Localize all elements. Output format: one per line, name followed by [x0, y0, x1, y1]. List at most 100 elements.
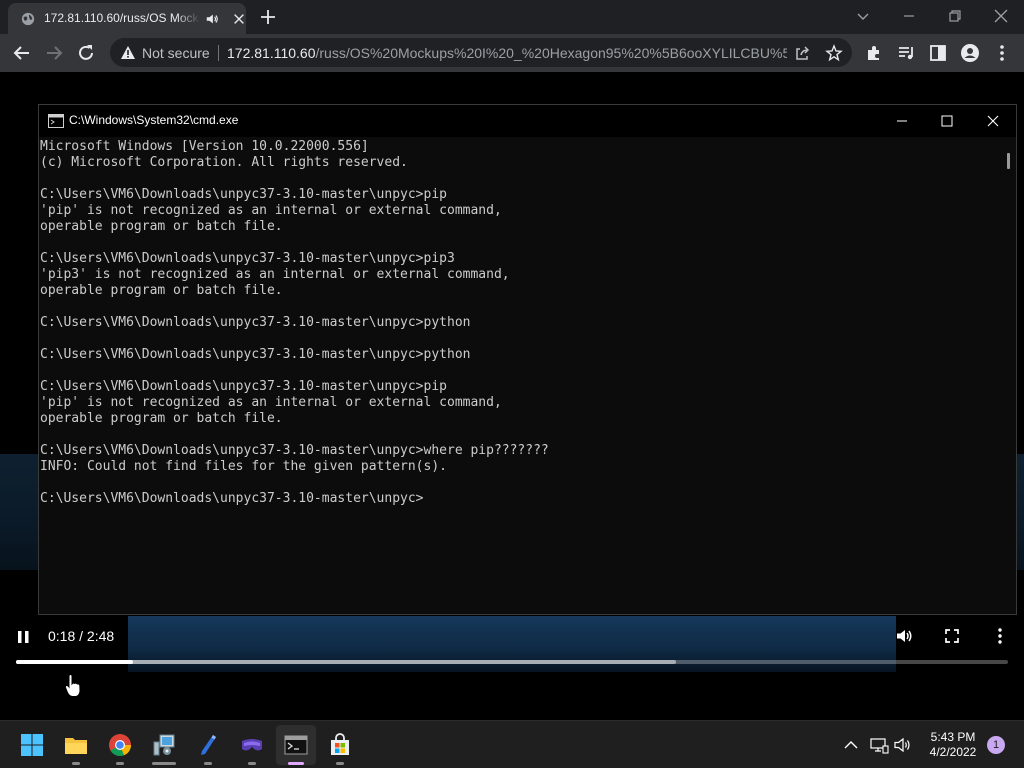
- reload-icon[interactable]: [76, 43, 96, 63]
- hand-cursor-icon: [64, 674, 81, 697]
- url-host: 172.81.110.60: [227, 45, 316, 61]
- console-line: C:\Users\VM6\Downloads\unpyc37-3.10-mast…: [40, 491, 424, 506]
- speaker-icon[interactable]: [893, 735, 913, 755]
- app-running-indicator: [248, 762, 256, 765]
- console-line: C:\Users\VM6\Downloads\unpyc37-3.10-mast…: [40, 347, 471, 362]
- clock-date: 4/2/2022: [929, 745, 977, 759]
- console-line: C:\Users\VM6\Downloads\unpyc37-3.10-mast…: [40, 251, 455, 266]
- pause-icon[interactable]: [14, 627, 34, 647]
- console-line: operable program or batch file.: [40, 283, 283, 298]
- clock-time: 5:43 PM: [930, 730, 976, 744]
- console-line: operable program or batch file.: [40, 219, 283, 234]
- console-line: 'pip' is not recognized as an internal o…: [40, 203, 502, 218]
- console-output: Microsoft Windows [Version 10.0.22000.55…: [39, 139, 999, 613]
- minimize-icon[interactable]: [899, 6, 919, 26]
- profile-avatar-icon[interactable]: [960, 43, 980, 63]
- windows-logo-icon: [21, 734, 43, 756]
- taskbar-chrome[interactable]: [100, 725, 140, 765]
- chevron-up-icon[interactable]: [841, 735, 861, 755]
- app-active-indicator: [288, 762, 304, 765]
- player-menu-icon[interactable]: [990, 626, 1010, 646]
- restore-icon[interactable]: [945, 6, 965, 26]
- app-running-indicator: [336, 762, 344, 765]
- console-line: Microsoft Windows [Version 10.0.22000.55…: [40, 139, 369, 154]
- cmd-scrollbar-thumb: [1007, 153, 1010, 169]
- url-path: /russ/OS%20Mockups%20I%20_%20Hexagon95%2…: [315, 45, 788, 61]
- browser-tab[interactable]: 172.81.110.60/russ/OS Mockups I - Hexago…: [8, 3, 246, 34]
- share-icon[interactable]: [793, 44, 811, 62]
- console-line: C:\Users\VM6\Downloads\unpyc37-3.10-mast…: [40, 443, 549, 458]
- tab-title: 172.81.110.60/russ/OS Mockups I - Hexago…: [44, 11, 200, 25]
- taskbar-pen-app[interactable]: [188, 725, 228, 765]
- browser-tab-strip: 172.81.110.60/russ/OS Mockups I - Hexago…: [0, 0, 1024, 34]
- taskbar-terminal[interactable]: [276, 725, 316, 765]
- cmd-titlebar: C:\Windows\System32\cmd.exe: [39, 105, 1016, 137]
- console-line: 'pip3' is not recognized as an internal …: [40, 267, 510, 282]
- app-running-indicator: [116, 762, 124, 765]
- clock[interactable]: 5:43 PM 4/2/2022: [918, 730, 988, 760]
- chrome-icon: [109, 734, 132, 757]
- start-button[interactable]: [12, 725, 52, 765]
- bookmark-star-icon[interactable]: [825, 44, 843, 62]
- cmd-maximize-icon: [941, 115, 953, 127]
- app-running-indicator: [72, 762, 80, 765]
- pen-icon: [201, 735, 216, 755]
- close-window-icon[interactable]: [991, 6, 1011, 26]
- forward-arrow-icon[interactable]: [44, 43, 64, 63]
- control-panel-icon: [153, 734, 175, 756]
- security-status[interactable]: Not secure: [142, 45, 210, 61]
- globe-icon: [21, 12, 35, 26]
- cmd-window: C:\Windows\System32\cmd.exe Microsoft Wi…: [38, 104, 1017, 615]
- volume-icon[interactable]: [894, 626, 914, 646]
- taskbar-vr-app[interactable]: [232, 725, 272, 765]
- taskbar: 5:43 PM 4/2/2022 1: [0, 720, 1024, 768]
- omnibox-divider: [218, 45, 219, 61]
- folder-icon: [65, 738, 87, 754]
- cmd-close-icon: [987, 115, 999, 127]
- console-line: C:\Users\VM6\Downloads\unpyc37-3.10-mast…: [40, 379, 447, 394]
- browser-toolbar: Not secure 172.81.110.60/russ/OS%20Mocku…: [0, 34, 1024, 72]
- audio-playing-icon[interactable]: [205, 12, 219, 26]
- console-line: 'pip' is not recognized as an internal o…: [40, 395, 502, 410]
- console-line: INFO: Could not find files for the given…: [40, 459, 447, 474]
- seek-bar[interactable]: [16, 660, 1008, 664]
- media-controls-icon[interactable]: [896, 43, 916, 63]
- cmd-icon: [48, 114, 64, 128]
- network-icon[interactable]: [869, 735, 889, 755]
- console-line: (c) Microsoft Corporation. All rights re…: [40, 155, 408, 170]
- screen: 172.81.110.60/russ/OS Mockups I - Hexago…: [0, 0, 1024, 768]
- side-panel-icon[interactable]: [928, 43, 948, 63]
- console-line: operable program or batch file.: [40, 411, 283, 426]
- back-arrow-icon[interactable]: [12, 43, 32, 63]
- cmd-window-title: C:\Windows\System32\cmd.exe: [69, 113, 239, 127]
- tab-search-icon[interactable]: [853, 6, 873, 26]
- taskbar-file-explorer[interactable]: [56, 725, 96, 765]
- more-menu-icon[interactable]: [992, 43, 1012, 63]
- address-bar[interactable]: Not secure 172.81.110.60/russ/OS%20Mocku…: [110, 38, 852, 67]
- extensions-icon[interactable]: [864, 43, 884, 63]
- warning-icon[interactable]: [120, 45, 136, 60]
- terminal-icon: [284, 735, 308, 755]
- cmd-minimize-icon: [897, 120, 907, 122]
- taskbar-store[interactable]: [320, 725, 360, 765]
- store-bag-icon: [331, 733, 349, 755]
- fullscreen-icon[interactable]: [942, 626, 962, 646]
- vr-headset-icon: [242, 739, 262, 751]
- url-text[interactable]: 172.81.110.60/russ/OS%20Mockups%20I%20_%…: [227, 45, 787, 61]
- video-player[interactable]: C:\Windows\System32\cmd.exe Microsoft Wi…: [0, 72, 1024, 720]
- new-tab-icon[interactable]: [259, 8, 277, 26]
- console-line: C:\Users\VM6\Downloads\unpyc37-3.10-mast…: [40, 315, 471, 330]
- close-tab-icon[interactable]: [232, 12, 246, 26]
- app-running-indicator: [204, 762, 212, 765]
- notification-badge[interactable]: 1: [987, 736, 1005, 754]
- playback-time: 0:18 / 2:48: [48, 628, 115, 644]
- seek-bar-played: [16, 660, 134, 664]
- taskbar-control-panel[interactable]: [144, 725, 184, 765]
- console-line: C:\Users\VM6\Downloads\unpyc37-3.10-mast…: [40, 187, 447, 202]
